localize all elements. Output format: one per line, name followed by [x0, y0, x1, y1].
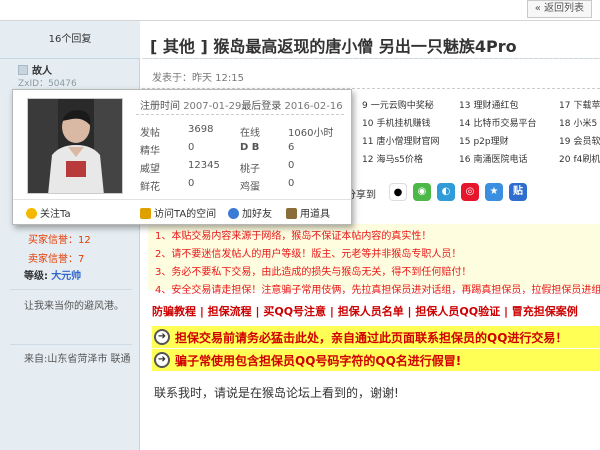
add-friend-button[interactable]: 加好友 — [228, 205, 272, 220]
sponsored-link[interactable]: 16 南涌医院电话 — [459, 152, 527, 165]
wand-icon — [286, 208, 297, 219]
divider — [10, 344, 132, 345]
sponsored-link[interactable]: 17 下载苹 — [559, 98, 600, 111]
sponsored-link[interactable]: 18 小米5 — [559, 116, 597, 129]
reply-count: 16个回复 — [0, 21, 140, 59]
stat-label: D B — [240, 142, 260, 153]
notice-item: 1、本贴交易内容来源于网络，猴岛不保证本帖内容的真实性！ — [155, 231, 432, 242]
stat-value: 0 — [188, 142, 195, 153]
bulb-icon — [26, 208, 37, 219]
impostor-warning: 骗子常使用包含担保员QQ号码字符的QQ名进行假冒! — [175, 354, 462, 368]
thread-title: [ 其他 ] 猴岛最高返现的唐小僧 另出一只魅族4Pro — [150, 37, 517, 56]
buyer-credit: 买家信誉：12 — [28, 235, 91, 246]
follow-button[interactable]: 关注Ta — [26, 205, 71, 220]
avatar-photo — [28, 99, 122, 193]
registration-info: 注册时间 2007-01-29最后登录 2016-02-16 — [140, 97, 343, 112]
stat-value: 1060小时 — [288, 128, 334, 139]
favorite-share-icon[interactable]: ★ — [485, 183, 503, 201]
pengyou-share-icon[interactable]: ◐ — [437, 183, 455, 201]
divider — [10, 289, 132, 290]
stat-label: 精华 — [140, 146, 160, 157]
stat-label: 威望 — [140, 164, 160, 175]
sponsored-link[interactable]: 13 理财通红包 — [459, 98, 518, 111]
last-login-value: 2016-02-16 — [284, 101, 343, 112]
last-login-label: 最后登录 — [241, 101, 282, 112]
add-friend-label: 加好友 — [242, 209, 272, 220]
online-status-icon — [18, 65, 28, 75]
sponsored-link[interactable]: 19 会员软 — [559, 134, 600, 147]
visit-space-button[interactable]: 访问TA的空间 — [140, 205, 216, 220]
follow-label: 关注Ta — [40, 209, 71, 220]
divider — [142, 58, 600, 59]
notice-item: 4、安全交易请走担保！注意骗子常用伎俩，先拉真担保员进对话组，再踢真担保员，拉假… — [155, 285, 600, 296]
stat-label: 发帖 — [140, 128, 160, 139]
post-timestamp: 发表于：昨天 12:15 — [152, 73, 244, 84]
arrow-right-icon: ➜ — [154, 352, 170, 368]
back-to-list-button[interactable]: « 返回列表 — [526, 0, 592, 18]
stat-label: 桃子 — [240, 164, 260, 175]
sponsored-link[interactable]: 10 手机挂机赚钱 — [362, 116, 430, 129]
user-location: 来自:山东省菏泽市 联通 — [24, 354, 131, 365]
tieba-share-icon[interactable]: 贴 — [509, 183, 527, 201]
home-icon — [140, 208, 151, 219]
guarantee-warning-link[interactable]: 担保交易前请务必猛击此处，亲自通过此页面联系担保员的QQ进行交易！ — [175, 329, 567, 346]
stat-label: 在线 — [240, 128, 260, 139]
sponsored-link[interactable]: 15 p2p理财 — [459, 134, 509, 147]
sponsored-link[interactable]: 20 f4刷机 — [559, 152, 600, 165]
reg-value: 2007-01-29 — [183, 101, 242, 112]
seller-credit: 卖家信誉：7 — [28, 254, 85, 265]
notice-item: 3、务必不要私下交易，由此造成的损失与猴岛无关，得不到任何赔付！ — [155, 267, 472, 278]
add-user-icon — [228, 208, 239, 219]
guarantee-links[interactable]: 防骗教程 | 担保流程 | 买QQ号注意 | 担保人员名单 | 担保人员QQ验证… — [152, 303, 578, 319]
notice-item: 2、请不要迷信发帖人的用户等级！版主、元老等并非猴岛专职人员！ — [155, 249, 462, 260]
avatar[interactable] — [27, 98, 123, 194]
stat-value: 3698 — [188, 124, 214, 135]
sponsored-link[interactable]: 14 比特币交易平台 — [459, 116, 536, 129]
author-id: ZxID：50476 — [18, 79, 77, 89]
user-signature: 让我来当你的避风港。 — [24, 301, 124, 312]
stat-value: 12345 — [188, 160, 220, 171]
stat-label: 鸡蛋 — [240, 182, 260, 193]
stat-value: 0 — [188, 178, 195, 189]
top-bar — [0, 0, 600, 20]
sponsored-link[interactable]: 9 一元云购中奖秘 — [362, 98, 434, 111]
contact-note: 联系我时，请说是在猴岛论坛上看到的，谢谢! — [154, 386, 399, 400]
use-item-label: 用道具 — [300, 209, 330, 220]
author-row[interactable]: 故人 — [18, 62, 52, 77]
stat-value: 0 — [288, 178, 295, 189]
stat-value: 0 — [288, 160, 295, 171]
visit-space-label: 访问TA的空间 — [154, 209, 217, 220]
sponsored-link[interactable]: 11 唐小僧理财官网 — [362, 134, 439, 147]
stat-label: 鲜花 — [140, 182, 160, 193]
divider — [13, 199, 351, 200]
user-level: 等级: 大元帅 — [24, 267, 81, 282]
sponsored-link[interactable]: 12 海马s5价格 — [362, 152, 423, 165]
qq-share-icon[interactable]: ● — [389, 183, 407, 201]
stat-value: 6 — [288, 142, 295, 153]
level-value[interactable]: 大元帅 — [51, 271, 81, 282]
arrow-right-icon: ➜ — [154, 329, 170, 345]
divider — [136, 114, 344, 115]
wechat-share-icon[interactable]: ◉ — [413, 183, 431, 201]
use-item-button[interactable]: 用道具 — [286, 205, 330, 220]
reg-label: 注册时间 — [140, 101, 180, 112]
weibo-share-icon[interactable]: ◎ — [461, 183, 479, 201]
level-label: 等级: — [24, 271, 48, 282]
